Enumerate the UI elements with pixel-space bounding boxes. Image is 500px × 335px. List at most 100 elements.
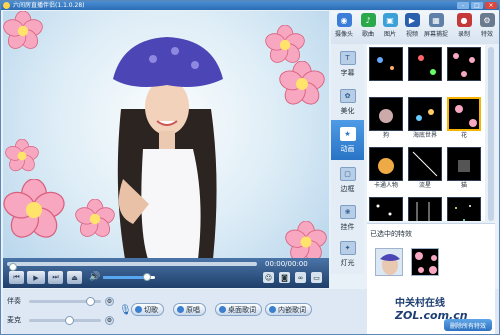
effect-item[interactable]: [447, 47, 481, 82]
effect-item[interactable]: 狗: [369, 97, 403, 140]
tab-record[interactable]: ● 录制: [453, 12, 475, 43]
original-vocal-icon: [177, 306, 184, 313]
effects-scroll-thumb[interactable]: [488, 47, 494, 221]
accompaniment-settings-icon[interactable]: ⚙: [105, 296, 114, 306]
effect-item[interactable]: [408, 47, 442, 82]
effects-icon: ⚙: [479, 13, 495, 27]
animation-icon: ★: [339, 126, 356, 141]
effect-item[interactable]: 流星: [408, 147, 442, 190]
camera-icon: ◉: [336, 13, 352, 27]
selected-effect-image: [376, 249, 402, 275]
maximize-button[interactable]: □: [471, 2, 483, 9]
effect-item[interactable]: 花: [447, 97, 481, 140]
next-icon: ⏭: [52, 273, 59, 281]
time-display: 00:00/00:00: [265, 260, 308, 268]
seek-bar[interactable]: [7, 262, 257, 271]
accompaniment-knob[interactable]: [86, 296, 96, 306]
effect-thumbnail: [369, 197, 403, 221]
camera-snap-icon[interactable]: ◙: [279, 272, 290, 283]
tab-effects[interactable]: ⚙ 特效: [476, 12, 498, 43]
side-tab-caption[interactable]: T 字幕: [331, 44, 364, 84]
side-tab-animation[interactable]: ★ 动画: [331, 120, 364, 160]
side-tab-pendant[interactable]: ❀ 挂件: [331, 198, 364, 238]
tab-pictures-label: 图片: [383, 31, 396, 38]
desktop-lyrics-button[interactable]: 桌面歌词: [215, 303, 262, 316]
effect-thumbnail: [369, 97, 403, 131]
effect-preview-image: [416, 202, 430, 221]
effect-item[interactable]: 星空: [447, 197, 481, 221]
close-button[interactable]: ×: [485, 2, 497, 9]
effect-item[interactable]: 海底世界: [408, 97, 442, 140]
app-icon: [3, 2, 10, 9]
embedded-lyrics-icon: [269, 306, 276, 313]
effect-thumbnail: [447, 47, 481, 81]
effect-thumbnail: [369, 47, 403, 81]
selected-effect-flower-image: [415, 252, 437, 274]
window-title: 六间房直播伴侣(1.1.0.28): [13, 2, 85, 9]
next-button[interactable]: ⏭: [48, 271, 63, 284]
tab-video[interactable]: ▶ 视频: [401, 12, 423, 43]
original-vocal-label: 原唱: [186, 305, 200, 314]
side-tab-light[interactable]: ✦ 灯光: [331, 234, 364, 274]
accompaniment-slider[interactable]: [29, 296, 101, 306]
streamer-image: [113, 37, 223, 258]
accompaniment-row: 伴奏 ⚙: [7, 296, 114, 306]
mic-knob[interactable]: [64, 315, 74, 325]
zol-watermark: 中关村在线 ZOL.com.cn: [395, 294, 468, 322]
embedded-lyrics-button[interactable]: 内嵌歌词: [265, 303, 312, 316]
light-icon: ✦: [339, 240, 356, 255]
mic-slider[interactable]: [29, 315, 101, 325]
tab-screen-capture[interactable]: ▦ 屏幕捕捉: [424, 12, 448, 43]
effect-toggle-icon[interactable]: ☺: [263, 272, 274, 283]
flower-overlay: [285, 221, 327, 258]
title-bar: 六间房直播伴侣(1.1.0.28) - □ ×: [1, 1, 499, 10]
flower-overlay: [5, 139, 39, 172]
prev-icon: ⏮: [13, 273, 20, 281]
effects-scrollbar[interactable]: [487, 45, 495, 221]
effect-item[interactable]: 下雨: [408, 197, 442, 221]
effect-label: 流星: [418, 182, 431, 189]
tab-songs[interactable]: ♪ 歌曲: [357, 12, 379, 43]
side-tab-frame[interactable]: ▢ 边框: [331, 160, 364, 200]
effect-thumbnail: [447, 147, 481, 181]
effect-preview-image: [458, 160, 470, 172]
effect-item[interactable]: 飘雪: [369, 197, 403, 221]
flower-overlay: [3, 11, 43, 49]
pendant-icon: ❀: [339, 204, 356, 219]
record-tape-icon[interactable]: ∞: [295, 272, 306, 283]
effects-grid: 狗 海底世界 花卡通人物 流星 猫飘雪下雨星空: [367, 45, 485, 221]
tab-pictures[interactable]: ▣ 图片: [379, 12, 401, 43]
flower-overlay: [75, 199, 115, 237]
side-tab-light-label: 灯光: [340, 258, 355, 267]
mic-row: 麦克 ⚙: [7, 315, 114, 325]
tab-camera[interactable]: ◉ 摄像头: [333, 12, 355, 43]
volume-slider[interactable]: [103, 273, 155, 281]
switch-song-button[interactable]: 切歌: [131, 303, 164, 316]
effect-preview-image: [378, 158, 394, 174]
seek-knob[interactable]: [9, 263, 17, 271]
effect-item[interactable]: 卡通人物: [369, 147, 403, 190]
minimize-button[interactable]: -: [457, 2, 469, 9]
picture-icon: ▣: [382, 13, 398, 27]
caption-icon: T: [339, 50, 356, 65]
watermark-en: ZOL.com.cn: [395, 309, 468, 322]
side-tab-frame-label: 边框: [340, 184, 355, 193]
side-tab-beautify[interactable]: ✿ 美化: [331, 82, 364, 122]
effect-thumbnail: [369, 147, 403, 181]
original-vocal-button[interactable]: 原唱: [173, 303, 206, 316]
screen-icon[interactable]: ▭: [311, 272, 322, 283]
switch-song-label: 切歌: [144, 305, 158, 314]
mic-settings-icon[interactable]: ⚙: [105, 315, 114, 325]
prev-button[interactable]: ⏮: [9, 271, 24, 284]
volume-knob[interactable]: [143, 273, 152, 281]
effect-preview-image: [379, 109, 393, 123]
selected-effect-camera[interactable]: [375, 248, 403, 276]
selected-effect-flower[interactable]: [411, 248, 439, 276]
side-tab-beautify-label: 美化: [340, 106, 355, 115]
effect-item[interactable]: [369, 47, 403, 82]
video-icon: ▶: [404, 13, 420, 27]
play-button[interactable]: ▶: [27, 271, 45, 284]
video-preview: [3, 11, 329, 258]
effect-item[interactable]: 猫: [447, 147, 481, 190]
eject-button[interactable]: ⏏: [67, 271, 82, 284]
